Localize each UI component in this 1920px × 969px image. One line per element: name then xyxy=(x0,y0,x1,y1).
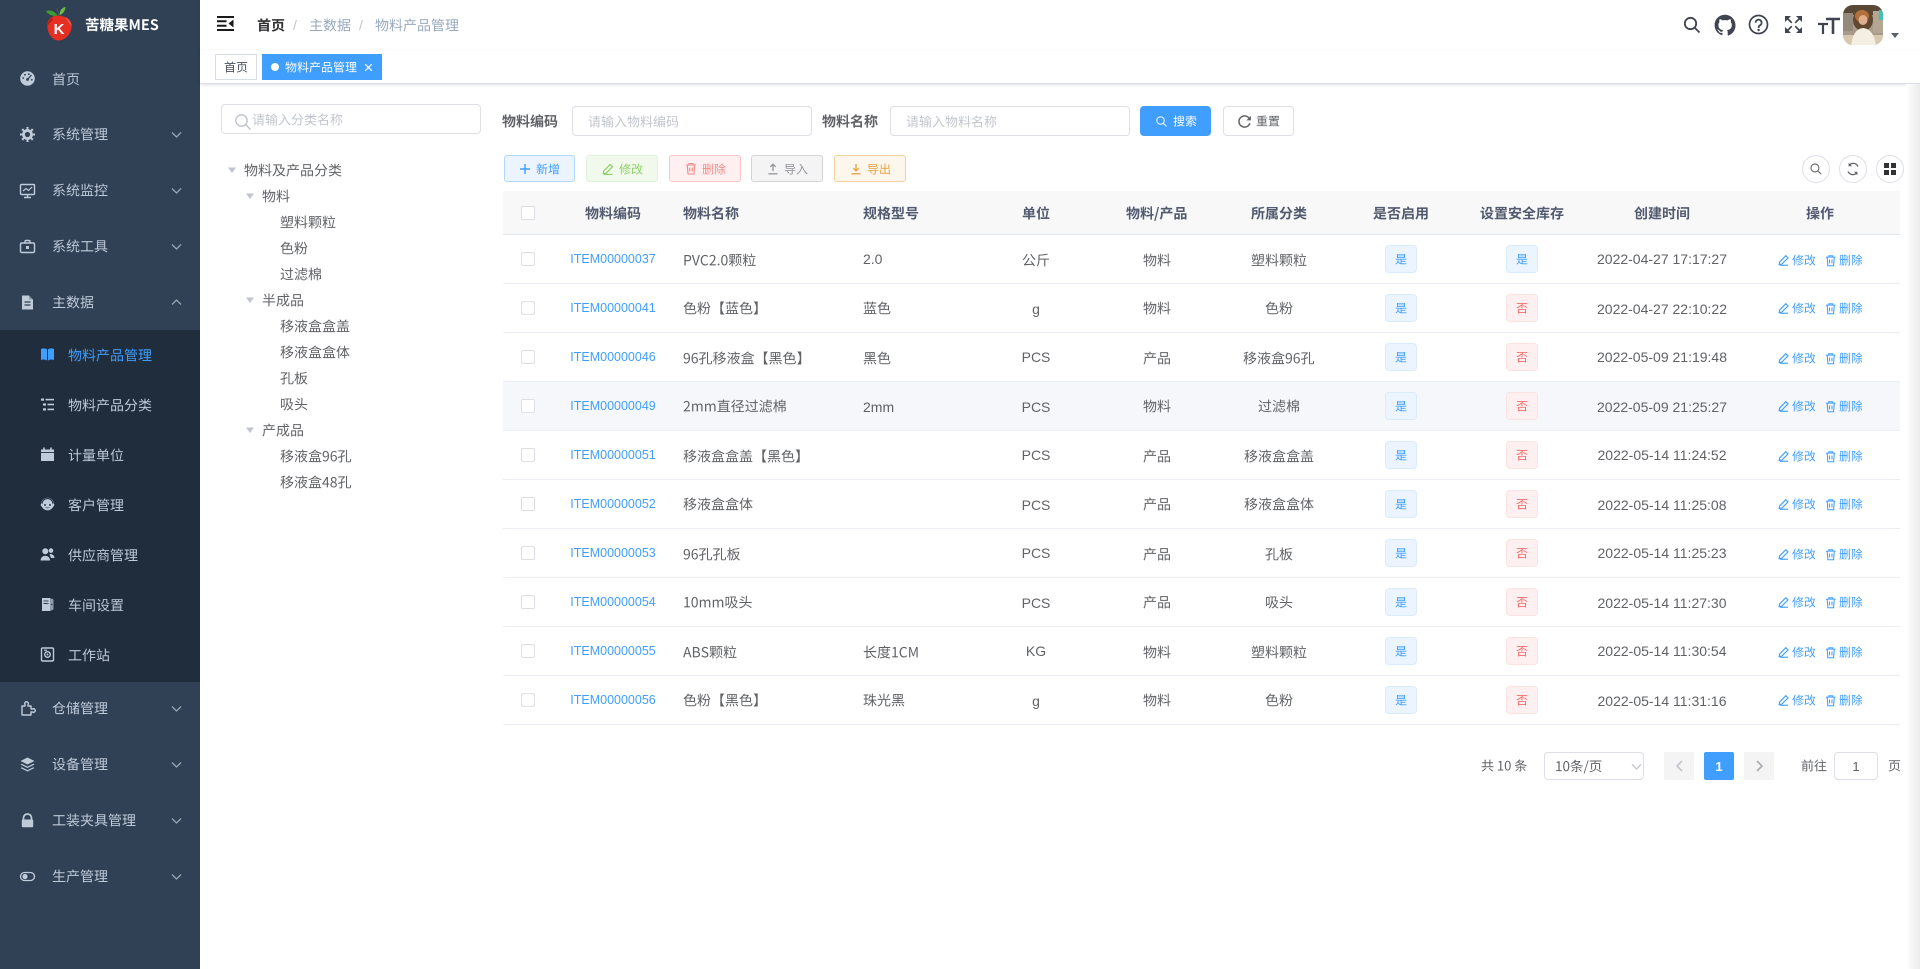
svg-text:K: K xyxy=(54,21,65,38)
